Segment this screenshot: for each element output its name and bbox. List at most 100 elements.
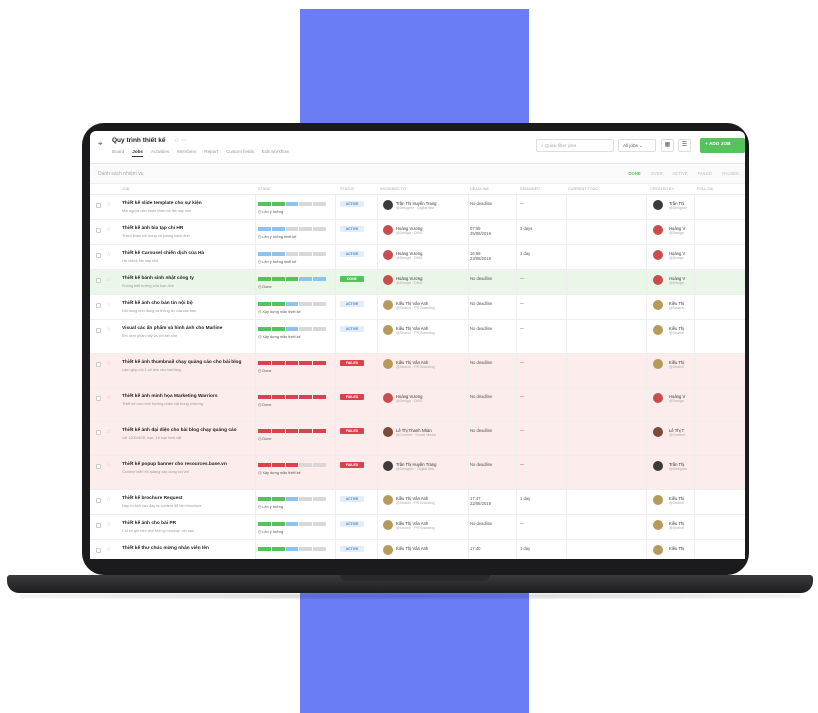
- table-row[interactable]: ☆ Thiết kế ảnh bìa tạp chí HR Tham khảo nộ…: [90, 220, 745, 245]
- creator-avatar[interactable]: [653, 200, 663, 210]
- tab-board[interactable]: Board: [112, 149, 124, 157]
- job-name[interactable]: Thiết kế bánh sinh nhật công ty Không biế…: [122, 276, 247, 289]
- creator-avatar[interactable]: [653, 250, 663, 260]
- star-icon[interactable]: ☆: [106, 546, 111, 553]
- job-name[interactable]: Thiết kế slide template cho sự kiện Mọi n…: [122, 201, 247, 214]
- creator-avatar[interactable]: [653, 461, 663, 471]
- column-divider: [377, 295, 378, 319]
- job-name[interactable]: Thiết kế ảnh đại diện cho bài blog chạy …: [122, 428, 247, 441]
- tab-report[interactable]: Report: [204, 149, 218, 157]
- row-checkbox[interactable]: [96, 498, 101, 503]
- job-name[interactable]: Thiết kế brochure Request Hợp tri ảnh vào…: [122, 496, 247, 509]
- column-divider: [646, 195, 647, 219]
- job-name[interactable]: Thiết kế Carousel chiến dịch của Hà Hà ch…: [122, 251, 247, 264]
- assignee-avatar[interactable]: [383, 520, 393, 530]
- star-icon[interactable]: ☆: [106, 496, 111, 503]
- list-view-icon[interactable]: ☰: [678, 139, 691, 152]
- filter-select[interactable]: All jobs ⌄: [618, 139, 656, 152]
- creator-avatar[interactable]: [653, 427, 663, 437]
- star-icon[interactable]: ☆: [106, 276, 111, 283]
- job-name[interactable]: Thiết kế ảnh bìa tạp chí HR Tham khảo nội…: [122, 226, 247, 239]
- table-row[interactable]: ☆ Thiết kế bánh sinh nhật công ty Không bi…: [90, 270, 745, 295]
- assignee-avatar[interactable]: [383, 461, 393, 471]
- creator-avatar[interactable]: [653, 359, 663, 369]
- star-icon[interactable]: ☆: [106, 326, 111, 333]
- star-icon[interactable]: ☆: [106, 360, 111, 367]
- job-name[interactable]: Thiết kế ảnh cho bài PR Chỉ số gửi bền tl…: [122, 521, 247, 534]
- row-checkbox[interactable]: [96, 303, 101, 308]
- star-icon[interactable]: ☆: [106, 521, 111, 528]
- filter-paused[interactable]: PAUSED: [722, 171, 739, 176]
- assignee-avatar[interactable]: [383, 275, 393, 285]
- job-name[interactable]: Visual các ấn phẩm và hình ảnh cho Marli…: [122, 326, 247, 339]
- filter-done[interactable]: DONE: [629, 171, 641, 176]
- row-checkbox[interactable]: [96, 396, 101, 401]
- table-row[interactable]: ☆ Thiết kế ảnh cho bài PR Chỉ số gửi bền t…: [90, 515, 745, 540]
- row-checkbox[interactable]: [96, 328, 101, 333]
- row-checkbox[interactable]: [96, 253, 101, 258]
- job-name[interactable]: Thiết kế popup banner cho resources.base…: [122, 462, 247, 475]
- assignee-avatar[interactable]: [383, 300, 393, 310]
- filter-over[interactable]: OVER: [651, 171, 663, 176]
- table-row[interactable]: ☆ Thiết kế popup banner cho resources.bas…: [90, 456, 745, 490]
- assignee-avatar[interactable]: [383, 359, 393, 369]
- row-checkbox[interactable]: [96, 523, 101, 528]
- assignee-avatar[interactable]: [383, 200, 393, 210]
- assignee-avatar[interactable]: [383, 225, 393, 235]
- table-row[interactable]: ☆ Thiết kế ảnh cho bản tin nội bộ Nội dung…: [90, 295, 745, 320]
- creator-avatar[interactable]: [653, 520, 663, 530]
- tab-edit-workflow[interactable]: Edit workflow: [262, 149, 289, 157]
- job-name[interactable]: Thiết kế ảnh minh họa Marketing Warriors…: [122, 394, 247, 407]
- creator-avatar[interactable]: [653, 495, 663, 505]
- star-icon[interactable]: ☆: [106, 201, 111, 208]
- tab-custom-fields[interactable]: Custom fields: [226, 149, 254, 157]
- filter-active[interactable]: ACTIVE: [673, 171, 688, 176]
- table-row[interactable]: ☆ Thiết kế ảnh thumbnail chạy quảng cáo c…: [90, 354, 745, 388]
- creator-avatar[interactable]: [653, 275, 663, 285]
- assignee-avatar[interactable]: [383, 427, 393, 437]
- remaining-time: 1 day: [520, 546, 531, 551]
- creator-avatar[interactable]: [653, 393, 663, 403]
- job-name[interactable]: Thiết kế ảnh thumbnail chạy quảng cáo ch…: [122, 360, 247, 373]
- tab-members[interactable]: Members: [177, 149, 196, 157]
- table-row[interactable]: ☆ Thiết kế ảnh minh họa Marketing Warrior…: [90, 388, 745, 422]
- table-row[interactable]: ☆ Visual các ấn phẩm và hình ảnh cho Marl…: [90, 320, 745, 354]
- row-checkbox[interactable]: [96, 278, 101, 283]
- add-job-button[interactable]: + ADD JOB: [700, 138, 745, 153]
- creator-avatar[interactable]: [653, 300, 663, 310]
- row-checkbox[interactable]: [96, 464, 101, 469]
- star-icon[interactable]: ☆: [106, 301, 111, 308]
- job-name[interactable]: Thiết kế thư chúc mừng nhân viên lên: [122, 546, 247, 552]
- star-icon[interactable]: ☆: [106, 226, 111, 233]
- assignee-avatar[interactable]: [383, 250, 393, 260]
- table-row[interactable]: ☆ Thiết kế thư chúc mừng nhân viên lên ACT…: [90, 540, 745, 559]
- row-checkbox[interactable]: [96, 228, 101, 233]
- tab-jobs[interactable]: Jobs: [132, 149, 143, 157]
- table-row[interactable]: ☆ Thiết kế Carousel chiến dịch của Hà Hà c…: [90, 245, 745, 270]
- job-name[interactable]: Thiết kế ảnh cho bản tin nội bộ Nội dung …: [122, 301, 247, 314]
- assignee-avatar[interactable]: [383, 545, 393, 555]
- row-checkbox[interactable]: [96, 430, 101, 435]
- table-row[interactable]: ☆ Thiết kế ảnh đại diện cho bài blog chạy…: [90, 422, 745, 456]
- grid-view-icon[interactable]: ▦: [661, 139, 674, 152]
- star-icon[interactable]: ☆: [106, 428, 111, 435]
- assignee-avatar[interactable]: [383, 495, 393, 505]
- creator-avatar[interactable]: [653, 325, 663, 335]
- star-icon[interactable]: ☆: [106, 394, 111, 401]
- more-icon[interactable]: ☆ ⋯: [174, 137, 187, 144]
- assignee-avatar[interactable]: [383, 393, 393, 403]
- creator-avatar[interactable]: [653, 225, 663, 235]
- table-row[interactable]: ☆ Thiết kế slide template cho sự kiện Mọi …: [90, 195, 745, 220]
- tab-activities[interactable]: Activities: [151, 149, 169, 157]
- row-checkbox[interactable]: [96, 362, 101, 367]
- assignee-avatar[interactable]: [383, 325, 393, 335]
- app-logo-icon[interactable]: ⌖: [98, 139, 107, 148]
- row-checkbox[interactable]: [96, 203, 101, 208]
- star-icon[interactable]: ☆: [106, 462, 111, 469]
- search-input[interactable]: ⌕ Quick filter jobs: [536, 139, 614, 152]
- creator-avatar[interactable]: [653, 545, 663, 555]
- table-row[interactable]: ☆ Thiết kế brochure Request Hợp tri ảnh và…: [90, 490, 745, 515]
- star-icon[interactable]: ☆: [106, 251, 111, 258]
- row-checkbox[interactable]: [96, 548, 101, 553]
- filter-failed[interactable]: FAILED: [698, 171, 712, 176]
